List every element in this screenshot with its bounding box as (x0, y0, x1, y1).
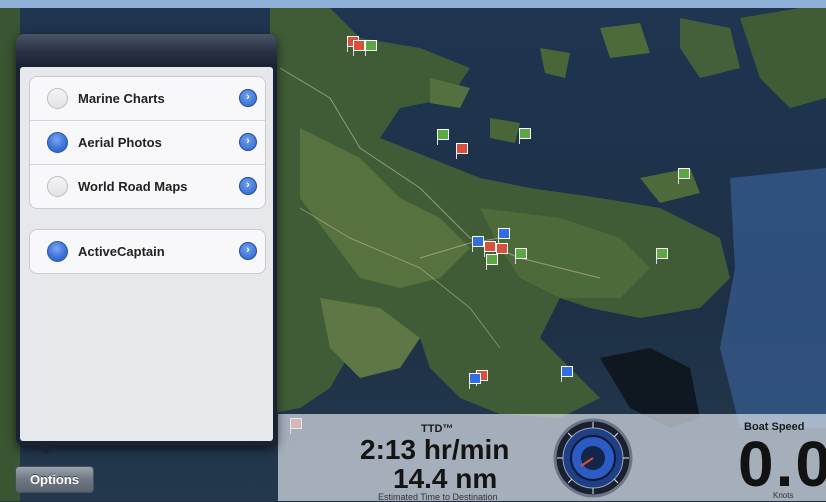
chevron-right-circle-icon[interactable]: › (239, 89, 257, 107)
activecaptain-marker-icon[interactable] (484, 241, 496, 257)
radio-button[interactable] (47, 132, 68, 153)
layer-option-label: Aerial Photos (78, 135, 162, 150)
overlay-group: ActiveCaptain › (29, 229, 266, 274)
activecaptain-marker-icon[interactable] (486, 254, 498, 270)
overlay-option-activecaptain[interactable]: ActiveCaptain › (30, 230, 265, 273)
top-status-strip (0, 0, 826, 8)
activecaptain-marker-icon[interactable] (498, 228, 510, 244)
chevron-right-circle-icon[interactable]: › (239, 133, 257, 151)
activecaptain-marker-icon[interactable] (496, 243, 508, 259)
popover-header (16, 34, 277, 64)
radio-button[interactable] (47, 88, 68, 109)
layer-option-label: World Road Maps (78, 179, 188, 194)
map-options-popover: Marine Charts › Aerial Photos › World Ro… (16, 34, 277, 446)
chevron-right-circle-icon[interactable]: › (239, 177, 257, 195)
activecaptain-marker-icon[interactable] (437, 129, 449, 145)
ttd-distance-value: 14.4 nm (393, 463, 498, 494)
layer-option-marine-charts[interactable]: Marine Charts › (30, 77, 265, 121)
activecaptain-marker-icon[interactable] (472, 236, 484, 252)
activecaptain-marker-icon[interactable] (353, 40, 365, 56)
chevron-right-circle-icon[interactable]: › (239, 242, 257, 260)
activecaptain-marker-icon[interactable] (561, 366, 573, 382)
overlay-option-label: ActiveCaptain (78, 244, 165, 259)
activecaptain-marker-icon[interactable] (469, 373, 481, 389)
activecaptain-marker-icon[interactable] (515, 248, 527, 264)
map-layer-group: Marine Charts › Aerial Photos › World Ro… (29, 76, 266, 209)
layer-option-label: Marine Charts (78, 91, 165, 106)
popover-body: Marine Charts › Aerial Photos › World Ro… (20, 67, 273, 441)
ttd-time-value: 2:13 hr/min (360, 434, 510, 465)
activecaptain-marker-icon[interactable] (678, 168, 690, 184)
compass-gauge-icon[interactable] (553, 418, 633, 498)
activecaptain-marker-icon[interactable] (456, 143, 468, 159)
radio-button[interactable] (47, 241, 68, 262)
options-button[interactable]: Options (15, 466, 94, 493)
popover-arrow (38, 446, 54, 455)
layer-option-world-road-maps[interactable]: World Road Maps › (30, 165, 265, 208)
layer-option-aerial-photos[interactable]: Aerial Photos › (30, 121, 265, 165)
radio-button[interactable] (47, 176, 68, 197)
boat-speed-unit: Knots (773, 491, 794, 500)
activecaptain-marker-icon[interactable] (656, 248, 668, 264)
activecaptain-marker-icon[interactable] (519, 128, 531, 144)
activecaptain-marker-icon[interactable] (365, 40, 377, 56)
